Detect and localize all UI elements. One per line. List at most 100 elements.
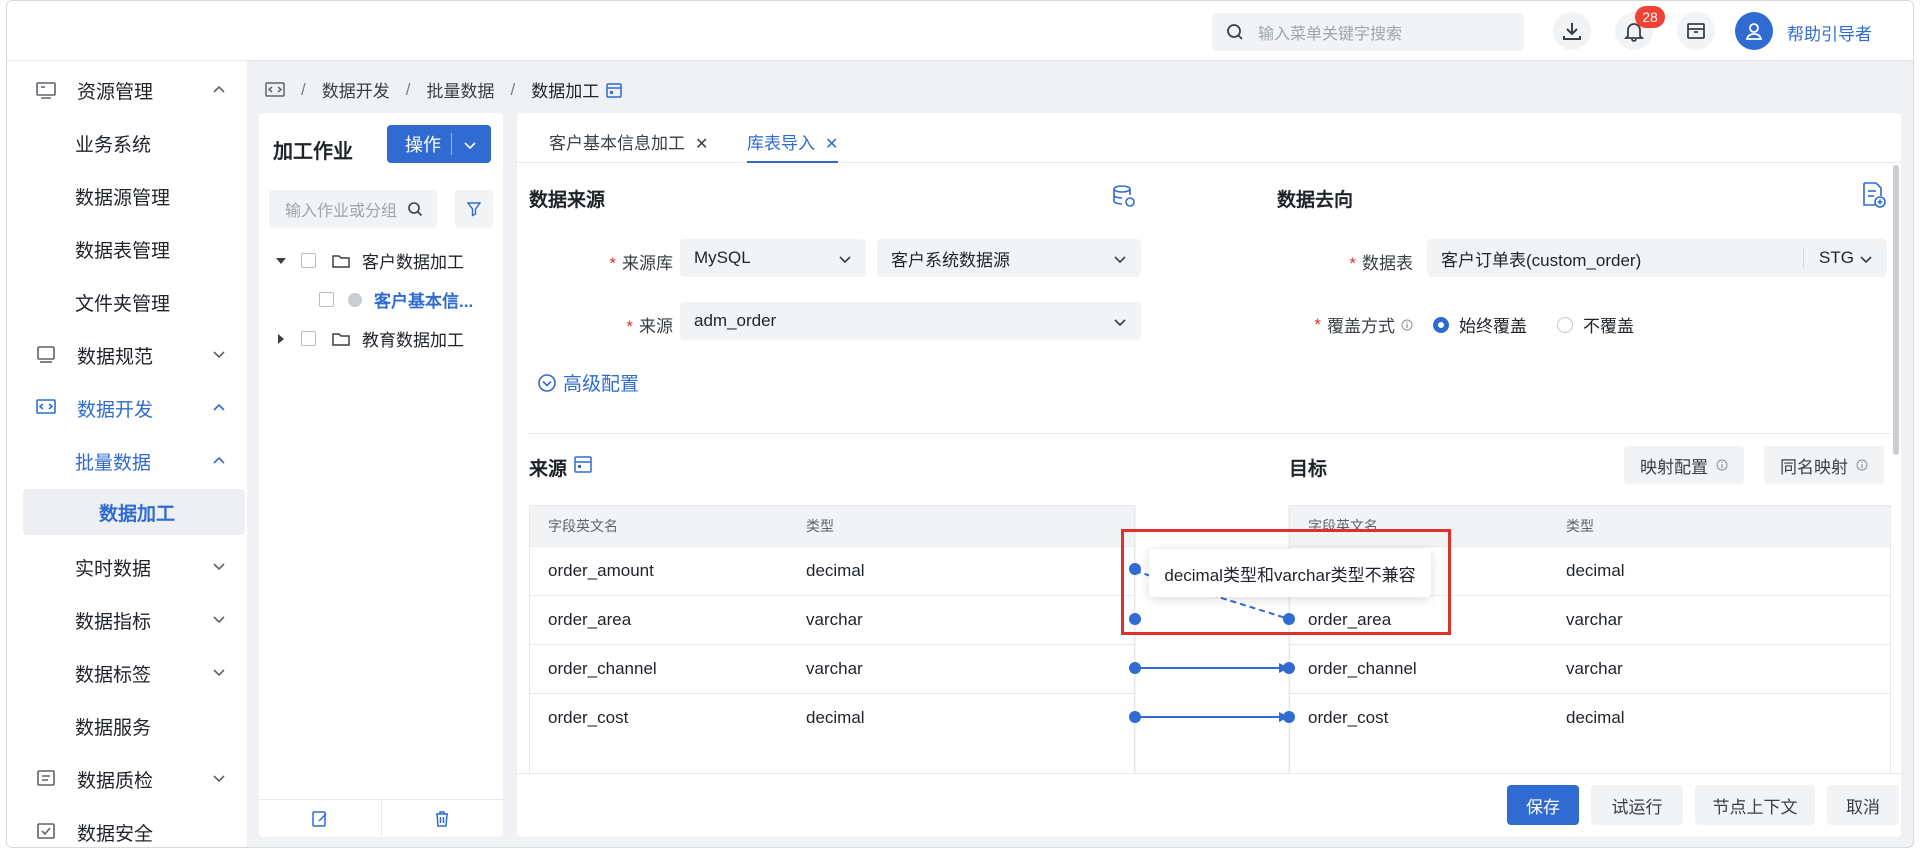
- sidebar-label: 数据质检: [77, 770, 154, 792]
- tree-node-label: 客户数据加工: [362, 253, 464, 272]
- caret-down-icon[interactable]: [275, 255, 287, 267]
- sidebar-item-table-manage[interactable]: 数据表管理: [23, 226, 245, 272]
- topbar: 输入菜单关键字搜索 28 帮助引导者: [7, 1, 1913, 61]
- tree-node-customer-processing[interactable]: 客户数据加工: [275, 248, 464, 273]
- search-icon: [408, 202, 423, 217]
- check-doc-icon: [37, 770, 55, 786]
- chevron-down-icon: [213, 775, 225, 783]
- edit-button[interactable]: [259, 800, 381, 837]
- edit-icon: [312, 810, 327, 827]
- filter-icon: [466, 202, 482, 217]
- monitor-icon: [37, 346, 55, 363]
- sidebar-item-data-service[interactable]: 数据服务: [23, 703, 245, 749]
- sidebar-item-data-standard[interactable]: 数据规范: [23, 332, 245, 378]
- tree-search-input[interactable]: 输入作业或分组: [269, 190, 437, 228]
- notification-badge: 28: [1635, 6, 1665, 28]
- source-anchor-dot[interactable]: [1129, 711, 1141, 723]
- sidebar-label: 数据安全: [77, 823, 154, 845]
- operate-label: 操作: [405, 135, 441, 155]
- sidebar-item-batch-data[interactable]: 批量数据: [23, 438, 245, 484]
- calendar-icon[interactable]: [605, 81, 623, 99]
- target-anchor-dot[interactable]: [1283, 662, 1295, 674]
- sidebar-item-realtime[interactable]: 实时数据: [23, 544, 245, 590]
- chevron-down-icon: [213, 563, 225, 571]
- sidebar-item-data-processing[interactable]: 数据加工: [23, 489, 245, 535]
- node-context-button[interactable]: 节点上下文: [1695, 785, 1815, 825]
- folder-icon: [332, 254, 350, 268]
- user-icon: [1745, 23, 1763, 40]
- sidebar-item-data-dev[interactable]: 数据开发: [23, 385, 245, 431]
- sidebar-label: 数据服务: [75, 717, 152, 739]
- delete-button[interactable]: [380, 800, 504, 837]
- help-guide-link[interactable]: 帮助引导者: [1787, 20, 1872, 45]
- sidebar-label: 数据源管理: [75, 187, 171, 209]
- trial-run-button[interactable]: 试运行: [1591, 785, 1683, 825]
- chevron-down-icon: [213, 669, 225, 677]
- source-anchor-dot[interactable]: [1129, 662, 1141, 674]
- search-placeholder: 输入菜单关键字搜索: [1258, 26, 1403, 43]
- sidebar-label: 业务系统: [75, 134, 152, 156]
- sidebar-item-resource[interactable]: 资源管理: [23, 67, 245, 113]
- chevron-up-icon: [213, 456, 225, 464]
- search-icon: [1227, 24, 1243, 40]
- chevron-down-icon: [213, 351, 225, 359]
- tree-node-customer-basic[interactable]: 客户基本信...: [319, 287, 473, 312]
- sidebar-label: 数据开发: [77, 399, 154, 421]
- tree-node-label: 客户基本信...: [374, 292, 474, 311]
- tree-footer: [259, 799, 503, 837]
- user-avatar[interactable]: [1735, 12, 1773, 50]
- tree-node-education-processing[interactable]: 教育数据加工: [275, 326, 464, 351]
- tree-checkbox[interactable]: [301, 253, 316, 268]
- target-anchor-dot[interactable]: [1283, 711, 1295, 723]
- sidebar-item-folder-manage[interactable]: 文件夹管理: [23, 279, 245, 325]
- sidebar-item-datasource[interactable]: 数据源管理: [23, 173, 245, 219]
- tree-checkbox[interactable]: [319, 292, 334, 307]
- tree-search-placeholder: 输入作业或分组: [285, 203, 398, 220]
- sidebar-item-security[interactable]: 数据安全: [23, 809, 245, 847]
- job-tree-panel: 加工作业 操作 输入作业或分组 客户数据加工 客户基本信... 教育数据加工: [259, 113, 503, 837]
- notification-button[interactable]: 28: [1615, 6, 1665, 50]
- chevron-up-icon: [213, 85, 225, 93]
- filter-button[interactable]: [455, 190, 493, 228]
- sidebar-label: 数据加工: [99, 503, 176, 525]
- tree-title: 加工作业: [273, 141, 353, 163]
- chevron-up-icon: [213, 403, 225, 411]
- sidebar-label: 数据指标: [75, 611, 152, 633]
- sidebar-label: 数据标签: [75, 664, 152, 686]
- breadcrumb: / 数据开发 / 批量数据 / 数据加工: [265, 77, 623, 102]
- archive-button[interactable]: [1677, 12, 1715, 50]
- sidebar-label: 批量数据: [75, 452, 152, 474]
- tree-node-label: 教育数据加工: [362, 331, 464, 350]
- sidebar-item-metrics[interactable]: 数据指标: [23, 597, 245, 643]
- panel-footer: [517, 773, 1901, 837]
- breadcrumb-item[interactable]: 批量数据: [426, 77, 494, 102]
- menu-search-input[interactable]: 输入菜单关键字搜索: [1212, 13, 1524, 51]
- code-icon: [265, 81, 285, 97]
- shield-check-icon: [37, 823, 55, 839]
- code-icon: [36, 399, 56, 414]
- download-icon: [1563, 23, 1581, 40]
- mapping-connectors: [1129, 505, 1295, 773]
- sidebar-label: 数据表管理: [75, 240, 171, 262]
- sidebar-label: 数据规范: [77, 346, 154, 368]
- sidebar-item-tags[interactable]: 数据标签: [23, 650, 245, 696]
- sidebar-item-business-system[interactable]: 业务系统: [23, 120, 245, 166]
- breadcrumb-item[interactable]: 数据开发: [322, 77, 390, 102]
- server-icon: [36, 82, 56, 99]
- tree-checkbox[interactable]: [301, 331, 316, 346]
- chevron-down-icon: [213, 616, 225, 624]
- save-button[interactable]: 保存: [1507, 785, 1579, 825]
- cancel-button[interactable]: 取消: [1827, 785, 1899, 825]
- operate-dropdown-button[interactable]: 操作: [387, 125, 491, 163]
- job-status-dot-icon: [348, 292, 362, 307]
- archive-icon: [1687, 23, 1705, 39]
- breadcrumb-current: 数据加工: [531, 82, 600, 101]
- download-button[interactable]: [1553, 12, 1591, 50]
- sidebar-label: 文件夹管理: [75, 293, 171, 315]
- sidebar-label: 资源管理: [77, 81, 154, 103]
- caret-right-icon[interactable]: [275, 333, 287, 345]
- highlight-box: [1121, 529, 1451, 635]
- sidebar-item-quality[interactable]: 数据质检: [23, 756, 245, 802]
- sidebar: 资源管理 业务系统 数据源管理 数据表管理 文件夹管理 数据规范 数据开发 批量…: [7, 61, 247, 847]
- folder-icon: [332, 332, 350, 346]
